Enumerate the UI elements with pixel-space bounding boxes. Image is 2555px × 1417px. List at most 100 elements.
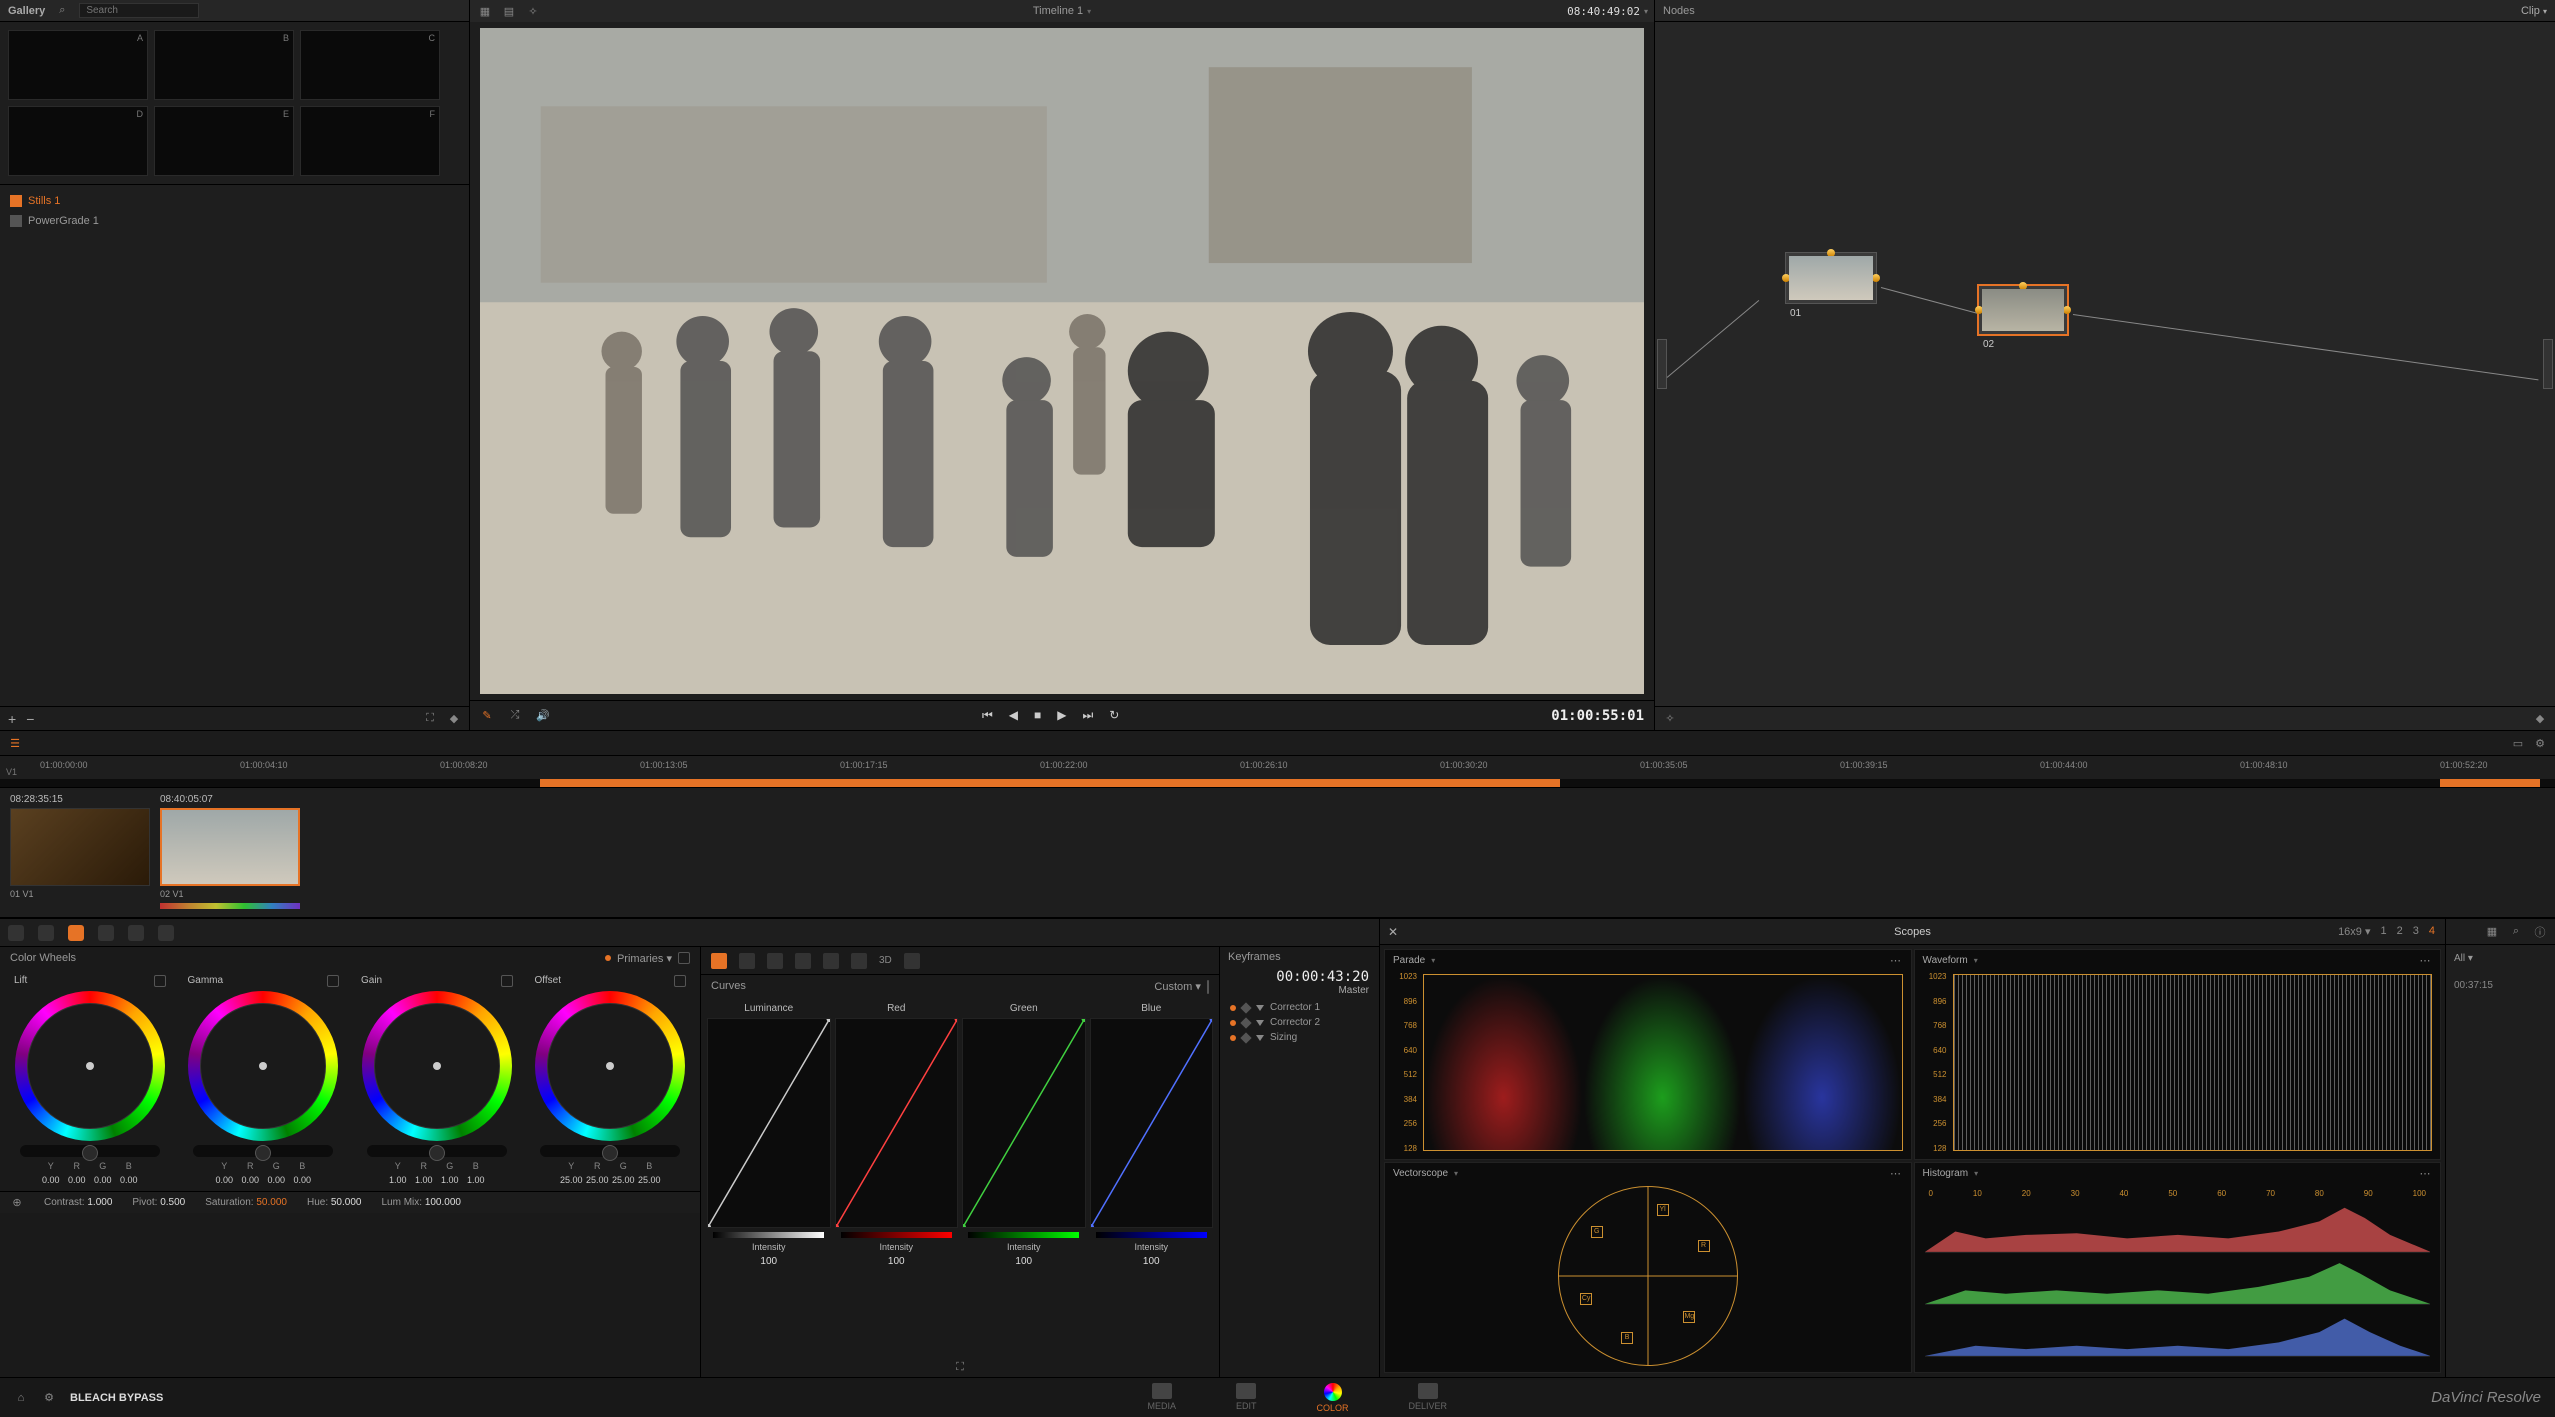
kf-row-corrector2[interactable]: Corrector 2 — [1230, 1017, 1369, 1028]
luminance-curve[interactable] — [707, 1018, 831, 1228]
contrast-value[interactable]: 1.000 — [87, 1197, 112, 1208]
node-input-grip[interactable] — [1657, 339, 1667, 389]
curves-tool-1-icon[interactable] — [711, 953, 727, 969]
lummix-value[interactable]: 100.000 — [425, 1197, 461, 1208]
gamma-reset-button[interactable] — [327, 975, 339, 987]
gain-master-slider[interactable] — [367, 1145, 507, 1157]
project-settings-icon[interactable]: ⚙ — [42, 1391, 56, 1405]
curves-tool-7-icon[interactable] — [904, 953, 920, 969]
gallery-still-c[interactable]: C — [300, 30, 440, 100]
viewer-grid-icon[interactable]: ▤ — [502, 4, 516, 18]
parade-options-icon[interactable]: ⋯ — [1889, 953, 1903, 967]
home-icon[interactable]: ⌂ — [14, 1391, 28, 1405]
viewer-fit-icon[interactable]: ▦ — [478, 4, 492, 18]
scopes-count-4[interactable]: 4 — [2429, 925, 2435, 938]
gallery-expand-icon[interactable]: ⛶ — [423, 712, 437, 726]
red-curve[interactable] — [835, 1018, 959, 1228]
lum-intensity-value[interactable]: 100 — [760, 1256, 777, 1267]
curves-tool-5-icon[interactable] — [823, 953, 839, 969]
stop-button[interactable]: ■ — [1034, 708, 1041, 723]
page-tab-deliver[interactable]: DELIVER — [1409, 1383, 1448, 1413]
step-back-button[interactable]: ◀ — [1009, 708, 1018, 723]
go-start-button[interactable]: ⏮ — [982, 708, 993, 723]
wheels-mode-dropdown[interactable]: Primaries ▾ — [617, 952, 672, 965]
node-graph-canvas[interactable]: 01 02 — [1655, 22, 2555, 706]
waveform-options-icon[interactable]: ⋯ — [2418, 953, 2432, 967]
curves-tool-3-icon[interactable] — [767, 953, 783, 969]
timeline-ruler[interactable]: V1 01:00:00:00 01:00:04:10 01:00:08:20 0… — [0, 756, 2555, 788]
toolstrip-clip-icon[interactable]: ▭ — [2511, 736, 2525, 750]
vectorscope-title[interactable]: Vectorscope — [1393, 1168, 1448, 1179]
wheels-reset-button[interactable] — [678, 952, 690, 964]
curves-expand-icon[interactable]: ⛶ — [953, 1360, 967, 1374]
blue-soft-clip[interactable] — [1096, 1232, 1207, 1238]
gain-wheel[interactable] — [362, 991, 512, 1141]
mode-reset-icon[interactable] — [158, 925, 174, 941]
gallery-still-b[interactable]: B — [154, 30, 294, 100]
blue-intensity-value[interactable]: 100 — [1143, 1256, 1160, 1267]
lift-wheel[interactable] — [15, 991, 165, 1141]
scopes-count-1[interactable]: 1 — [2381, 925, 2387, 938]
pivot-value[interactable]: 0.500 — [160, 1197, 185, 1208]
curves-reset-button[interactable] — [1207, 980, 1209, 994]
hue-value[interactable]: 50.000 — [331, 1197, 362, 1208]
parade-title[interactable]: Parade — [1393, 955, 1425, 966]
page-tab-media[interactable]: MEDIA — [1147, 1383, 1176, 1413]
gallery-remove-button[interactable]: − — [26, 711, 34, 727]
page-tab-color[interactable]: COLOR — [1317, 1383, 1349, 1413]
viewer-wand-icon[interactable]: ✧ — [526, 4, 540, 18]
red-soft-clip[interactable] — [841, 1232, 952, 1238]
mode-qualifier-icon[interactable] — [128, 925, 144, 941]
lift-reset-button[interactable] — [154, 975, 166, 987]
kf-row-sizing[interactable]: Sizing — [1230, 1032, 1369, 1043]
lift-master-slider[interactable] — [20, 1145, 160, 1157]
histogram-options-icon[interactable]: ⋯ — [2418, 1166, 2432, 1180]
loop-button[interactable]: ↻ — [1109, 708, 1119, 723]
nodes-zoom-icon[interactable]: ◆ — [2533, 712, 2547, 726]
toolstrip-list-icon[interactable]: ☰ — [8, 736, 22, 750]
luminance-soft-clip[interactable] — [713, 1232, 824, 1238]
gallery-search-input[interactable] — [79, 3, 199, 18]
mode-bars-icon[interactable] — [38, 925, 54, 941]
node-output-grip[interactable] — [2543, 339, 2553, 389]
nodes-fx-icon[interactable]: ✧ — [1663, 712, 1677, 726]
viewer-shuffle-icon[interactable]: ⤮ — [508, 709, 522, 723]
viewer-title[interactable]: Timeline 1 — [1033, 5, 1083, 17]
scopes-count-3[interactable]: 3 — [2413, 925, 2419, 938]
node-02[interactable]: 02 — [1977, 284, 2069, 336]
offset-reset-button[interactable] — [674, 975, 686, 987]
sidetool-info-icon[interactable]: ⓘ — [2533, 925, 2547, 939]
viewer-canvas[interactable] — [480, 28, 1644, 694]
scopes-count-2[interactable]: 2 — [2397, 925, 2403, 938]
green-soft-clip[interactable] — [968, 1232, 1079, 1238]
blue-curve[interactable] — [1090, 1018, 1214, 1228]
nodes-mode-dropdown[interactable]: Clip ▾ — [2521, 5, 2547, 17]
red-intensity-value[interactable]: 100 — [888, 1256, 905, 1267]
sidetool-grid-icon[interactable]: ▦ — [2485, 925, 2499, 939]
mode-wheels-icon[interactable] — [68, 925, 84, 941]
gain-reset-button[interactable] — [501, 975, 513, 987]
gallery-slider-icon[interactable]: ◆ — [447, 712, 461, 726]
toolstrip-settings-icon[interactable]: ⚙ — [2533, 736, 2547, 750]
auto-balance-icon[interactable]: ⊕ — [10, 1196, 24, 1210]
curves-tool-6-icon[interactable] — [851, 953, 867, 969]
gamma-master-slider[interactable] — [193, 1145, 333, 1157]
gallery-album-stills1[interactable]: Stills 1 — [10, 191, 459, 211]
green-curve[interactable] — [962, 1018, 1086, 1228]
waveform-title[interactable]: Waveform — [1923, 955, 1968, 966]
green-intensity-value[interactable]: 100 — [1015, 1256, 1032, 1267]
gallery-album-powergrade[interactable]: PowerGrade 1 — [10, 211, 459, 231]
clip-thumb-01[interactable]: 08:28:35:15 01 V1 — [10, 794, 150, 899]
sidetool-filter-all[interactable]: All ▾ — [2454, 953, 2547, 964]
curves-3d-toggle[interactable]: 3D — [879, 955, 892, 966]
node-01[interactable]: 01 — [1785, 252, 1877, 304]
kf-row-corrector1[interactable]: Corrector 1 — [1230, 1002, 1369, 1013]
search-icon[interactable]: ⌕ — [55, 4, 69, 18]
mode-curves-icon[interactable] — [98, 925, 114, 941]
gallery-still-a[interactable]: A — [8, 30, 148, 100]
sidetool-search-icon[interactable]: ⌕ — [2509, 925, 2523, 939]
saturation-value[interactable]: 50.000 — [256, 1197, 287, 1208]
page-tab-edit[interactable]: EDIT — [1236, 1383, 1257, 1413]
scopes-close-button[interactable]: ✕ — [1388, 925, 1398, 939]
scopes-layout-dropdown[interactable]: 16x9 ▾ — [2338, 925, 2370, 938]
